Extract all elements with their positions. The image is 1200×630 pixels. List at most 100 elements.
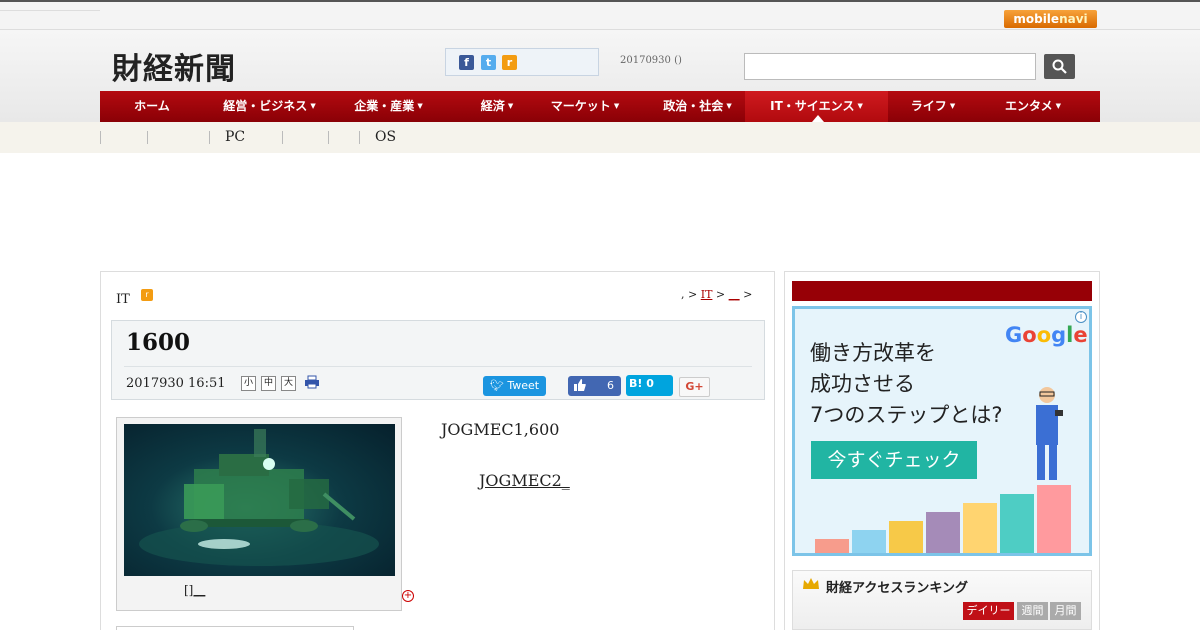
ad-bar	[1000, 494, 1034, 553]
active-nav-pointer	[812, 115, 824, 122]
social-links: f t r	[445, 48, 599, 76]
breadcrumb-separator: , >	[681, 288, 698, 301]
search-input[interactable]	[744, 53, 1036, 80]
mobile-badge-suffix: navi	[1059, 12, 1088, 26]
twitter-bird-icon: 🐦︎	[489, 379, 504, 392]
category-label: IT	[116, 292, 130, 307]
mobile-navi-badge[interactable]: mobilenavi	[1004, 10, 1097, 28]
dropdown-arrow-icon: ▼	[417, 102, 423, 110]
ad-bar	[815, 539, 849, 553]
related-box	[116, 626, 354, 630]
nav-label: ライフ	[910, 99, 947, 113]
ad-bar	[889, 521, 923, 553]
ranking-tab-daily[interactable]: デイリー	[963, 602, 1014, 620]
nav-label: ホーム	[134, 99, 170, 113]
article-panel: IT r , > IT > __ > 1600 2017930 16:51 小 …	[100, 271, 775, 630]
ad-bar	[1037, 485, 1071, 553]
sub-nav-item-pc[interactable]: PC	[225, 129, 245, 145]
sub-nav-item-os[interactable]: OS	[375, 129, 396, 145]
nav-item-entertainment[interactable]: エンタメ ▼	[978, 91, 1088, 122]
header-date: 20170930 ()	[620, 55, 682, 66]
article-photo[interactable]	[124, 424, 395, 576]
sub-nav-separator	[209, 131, 210, 144]
google-logo: Google	[1005, 323, 1088, 347]
main-nav: ホーム 経営・ビジネス ▼ 企業・産業 ▼ 経済 ▼ マーケット ▼ 政治・社会 ▼ IT…	[100, 91, 1100, 122]
dropdown-arrow-icon: ▼	[949, 102, 956, 110]
ad-headline-line: 7つのステップとは?	[810, 403, 1003, 427]
zoom-icon[interactable]: +	[402, 590, 414, 602]
facebook-like-button[interactable]: 6	[568, 376, 621, 396]
dropdown-arrow-icon: ▼	[310, 102, 316, 110]
photo-caption[interactable]: []__	[184, 583, 205, 597]
google-ad-banner[interactable]: i Google 働き方改革を 成功させる 7つのステップとは? 今すぐチェック	[792, 306, 1092, 556]
ranking-tab-weekly[interactable]: 週間	[1017, 602, 1048, 620]
ad-headline-line: 成功させる	[810, 372, 915, 396]
article-body-link[interactable]: JOGMEC2_	[479, 471, 570, 490]
nav-label: 政治・社会	[663, 99, 724, 113]
sub-nav-separator	[359, 131, 360, 144]
article-header: 1600 2017930 16:51 小 中 大 🐦︎ Tweet 6 B! 0…	[111, 320, 765, 400]
dropdown-arrow-icon: ▼	[726, 102, 732, 110]
nav-label: 企業・産業	[354, 99, 415, 113]
font-size-small-button[interactable]: 小	[241, 376, 256, 391]
article-date: 2017930 16:51	[126, 376, 226, 391]
font-size-large-button[interactable]: 大	[281, 376, 296, 391]
twitter-icon[interactable]: t	[481, 55, 496, 70]
search-button[interactable]	[1044, 54, 1075, 79]
sub-nav-separator	[100, 131, 101, 144]
dropdown-arrow-icon: ▼	[507, 102, 514, 110]
businessman-figure-icon	[1036, 387, 1063, 480]
site-logo[interactable]: 財経新聞	[112, 44, 236, 88]
nav-label: 経済	[480, 99, 505, 113]
nav-item-business[interactable]: 経営・ビジネス ▼	[204, 91, 335, 122]
top-bar: mobilenavi	[0, 0, 1200, 30]
dropdown-arrow-icon: ▼	[1055, 102, 1062, 110]
rss-icon[interactable]: r	[502, 55, 517, 70]
article-title: 1600	[126, 329, 191, 356]
font-size-medium-button[interactable]: 中	[261, 376, 276, 391]
crown-icon	[803, 578, 819, 589]
tweet-label: Tweet	[507, 379, 540, 392]
mobile-badge-prefix: mobile	[1013, 12, 1060, 26]
dropdown-arrow-icon: ▼	[857, 102, 863, 110]
nav-label: IT・サイエンス	[770, 99, 855, 113]
sidebar-header-bar	[792, 281, 1092, 301]
like-count: 6	[607, 379, 614, 392]
ad-bar	[926, 512, 960, 553]
title-divider	[124, 366, 752, 367]
search-icon	[1052, 59, 1067, 74]
ranking-tab-monthly[interactable]: 月間	[1050, 602, 1081, 620]
nav-label: マーケット	[550, 99, 611, 113]
nav-item-industry[interactable]: 企業・産業 ▼	[335, 91, 442, 122]
access-ranking: 財経アクセスランキング デイリー 週間 月間	[792, 570, 1092, 630]
sidebar: i Google 働き方改革を 成功させる 7つのステップとは? 今すぐチェック…	[784, 271, 1100, 630]
top-bar-line	[0, 10, 100, 11]
facebook-icon[interactable]: f	[459, 55, 474, 70]
ad-info-icon[interactable]: i	[1075, 311, 1087, 323]
breadcrumb-separator: >	[715, 288, 726, 301]
nav-label: エンタメ	[1004, 99, 1053, 113]
breadcrumb-separator: >	[743, 288, 753, 301]
nav-label: 経営・ビジネス	[223, 99, 308, 113]
breadcrumb-link[interactable]: __	[729, 288, 740, 301]
print-icon[interactable]	[304, 375, 320, 389]
nav-item-home[interactable]: ホーム	[100, 91, 204, 122]
nav-item-politics[interactable]: 政治・社会 ▼	[648, 91, 747, 122]
ranking-title: 財経アクセスランキング	[826, 581, 968, 596]
breadcrumb-link-it[interactable]: IT	[701, 288, 713, 301]
sub-nav-separator	[282, 131, 283, 144]
breadcrumb: , > IT > __ >	[681, 288, 752, 301]
article-photo-box: []__	[116, 417, 402, 611]
tweet-button[interactable]: 🐦︎ Tweet	[483, 376, 546, 396]
nav-item-life[interactable]: ライフ ▼	[888, 91, 978, 122]
category-rss-icon[interactable]: r	[141, 289, 153, 301]
article-body-paragraph: JOGMEC1,600	[441, 420, 560, 439]
hatena-bookmark-button[interactable]: B! 0	[626, 375, 673, 396]
underwater-vehicle-illustration	[139, 429, 379, 566]
ad-bar	[963, 503, 997, 553]
google-plus-button[interactable]: G+	[679, 377, 710, 397]
ad-bar	[852, 530, 886, 553]
ad-headline-line: 働き方改革を	[810, 341, 936, 365]
nav-item-market[interactable]: マーケット ▼	[536, 91, 634, 122]
thumbs-up-icon	[574, 379, 586, 391]
